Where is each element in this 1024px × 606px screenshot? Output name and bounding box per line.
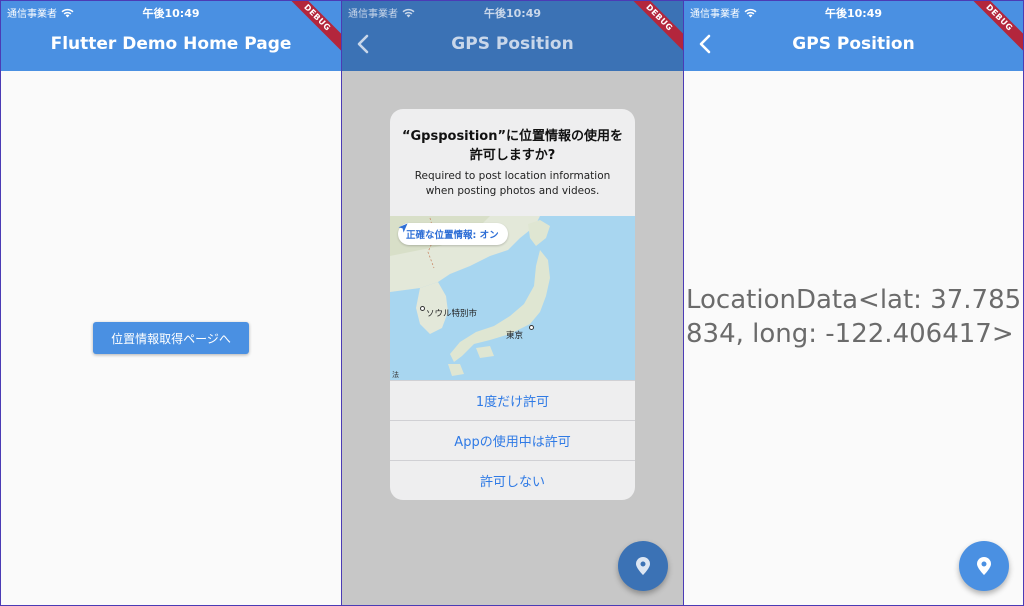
dialog-message: Required to post location information wh… (414, 170, 611, 197)
location-pin-icon (636, 557, 650, 575)
location-pin-icon (977, 557, 991, 575)
map-legal-label[interactable]: 法 (392, 370, 399, 380)
screen-location-result: 通信事業者 午後10:49 GPS Position DEBUG Locatio… (683, 0, 1024, 606)
location-arrow-icon (398, 223, 408, 233)
screen-permission: 通信事業者 午後10:49 GPS Position DEBUG “Gpspos… (342, 0, 683, 606)
tokyo-label: 東京 (506, 331, 524, 341)
precise-location-label: 正確な位置情報: オン (406, 230, 499, 241)
get-location-fab[interactable] (618, 541, 668, 591)
allow-once-button[interactable]: 1度だけ許可 (390, 380, 635, 420)
location-data-text: LocationData<lat: 37.785834, long: -122.… (686, 285, 1022, 349)
debug-label: DEBUG (623, 1, 683, 58)
debug-banner: DEBUG (281, 1, 341, 61)
debug-label: DEBUG (963, 1, 1023, 58)
seoul-label: ソウル特別市 (426, 309, 478, 319)
go-to-location-page-button[interactable]: 位置情報取得ページへ (93, 322, 249, 354)
debug-label: DEBUG (281, 1, 341, 58)
debug-banner: DEBUG (623, 1, 683, 61)
get-location-fab[interactable] (959, 541, 1009, 591)
allow-while-using-button[interactable]: Appの使用中は許可 (390, 420, 635, 460)
debug-banner: DEBUG (963, 1, 1023, 61)
seoul-marker (420, 306, 425, 311)
tokyo-marker (529, 325, 534, 330)
dialog-title: “Gpsposition”に位置情報の使用を許可しますか? (401, 129, 624, 163)
dont-allow-button[interactable]: 許可しない (390, 460, 635, 500)
location-map: 正確な位置情報: オン ソウル特別市 東京 法 (390, 216, 635, 381)
screen-home: 通信事業者 午後10:49 Flutter Demo Home Page DEB… (0, 0, 342, 606)
location-permission-dialog: “Gpsposition”に位置情報の使用を許可しますか? Required t… (390, 109, 635, 500)
precise-location-toggle[interactable]: 正確な位置情報: オン (398, 223, 508, 245)
